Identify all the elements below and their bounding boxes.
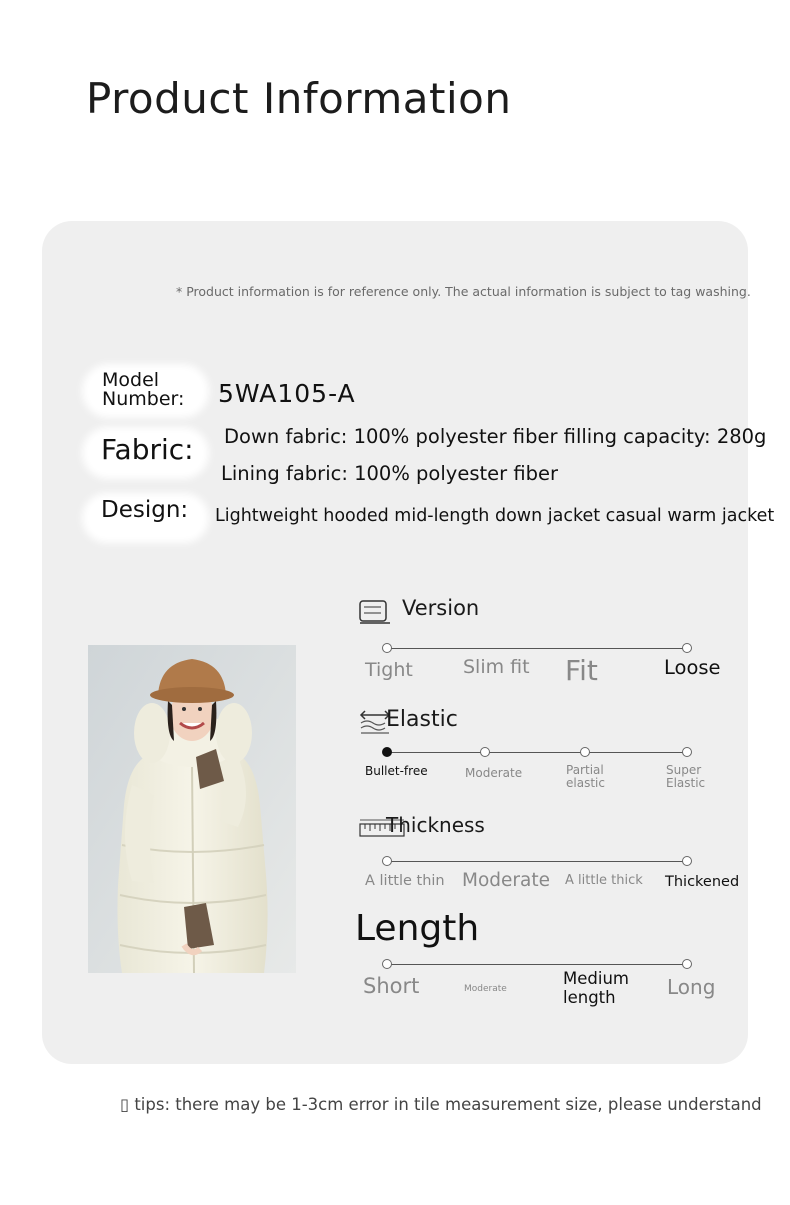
page-title: Product Information bbox=[86, 74, 512, 123]
length-option-short: Short bbox=[363, 974, 420, 998]
model-wearing-jacket-illustration bbox=[88, 645, 296, 973]
model-label: Model Number: bbox=[102, 371, 184, 409]
length-option-long: Long bbox=[667, 975, 716, 999]
thickness-option-thickened: Thickened bbox=[665, 874, 740, 890]
folded-shirt-icon bbox=[359, 599, 391, 626]
elastic-dot-2 bbox=[480, 747, 490, 757]
fabric-value-line2: Lining fabric: 100% polyester fiber bbox=[221, 462, 559, 485]
fabric-label: Fabric: bbox=[101, 433, 194, 466]
length-scale-line bbox=[387, 964, 687, 965]
disclaimer-text: * Product information is for reference o… bbox=[176, 284, 751, 299]
design-label: Design: bbox=[101, 497, 189, 523]
version-dot-1 bbox=[382, 643, 392, 653]
model-number-value: 5WA105-A bbox=[218, 379, 356, 408]
length-dot-1 bbox=[382, 959, 392, 969]
version-option-fit: Fit bbox=[565, 654, 598, 687]
length-option-medium-line1: Medium bbox=[563, 969, 629, 988]
thickness-scale-line bbox=[387, 861, 687, 862]
elastic-option-partial-elastic: Partial elastic bbox=[566, 764, 605, 790]
version-option-slim-fit: Slim fit bbox=[463, 656, 530, 678]
elastic-option-partial-line2: elastic bbox=[566, 776, 605, 790]
measurement-tip: ▯ tips: there may be 1-3cm error in tile… bbox=[120, 1095, 762, 1114]
length-option-medium-line2: length bbox=[563, 988, 616, 1007]
thickness-title: Thickness bbox=[386, 813, 485, 837]
elastic-title: Elastic bbox=[386, 707, 458, 732]
elastic-option-super-line2: Elastic bbox=[666, 776, 706, 790]
thickness-dot-1 bbox=[382, 856, 392, 866]
version-title: Version bbox=[402, 596, 480, 620]
elastic-option-super-elastic: Super Elastic bbox=[666, 764, 705, 790]
product-photo bbox=[88, 645, 296, 973]
version-scale-line bbox=[387, 648, 687, 649]
length-title: Length bbox=[355, 908, 480, 949]
thickness-option-a-little-thin: A little thin bbox=[365, 873, 445, 889]
elastic-option-bullet-free: Bullet-free bbox=[365, 764, 428, 778]
thickness-option-moderate: Moderate bbox=[462, 870, 550, 891]
elastic-dot-3 bbox=[580, 747, 590, 757]
version-dot-4 bbox=[682, 643, 692, 653]
thickness-option-a-little-thick: A little thick bbox=[565, 873, 643, 888]
length-dot-4 bbox=[682, 959, 692, 969]
elastic-scale-line bbox=[387, 752, 687, 753]
elastic-dot-1 bbox=[382, 747, 392, 757]
model-label-line2: Number: bbox=[102, 388, 185, 410]
elastic-option-moderate: Moderate bbox=[465, 766, 523, 780]
fabric-value-line1: Down fabric: 100% polyester fiber fillin… bbox=[224, 425, 767, 448]
design-value: Lightweight hooded mid-length down jacke… bbox=[215, 506, 775, 526]
version-option-tight: Tight bbox=[365, 659, 413, 681]
length-option-moderate: Moderate bbox=[464, 984, 507, 994]
elastic-dot-4 bbox=[682, 747, 692, 757]
thickness-dot-4 bbox=[682, 856, 692, 866]
length-option-medium-length: Medium length bbox=[563, 969, 629, 1007]
version-option-loose: Loose bbox=[664, 656, 721, 679]
